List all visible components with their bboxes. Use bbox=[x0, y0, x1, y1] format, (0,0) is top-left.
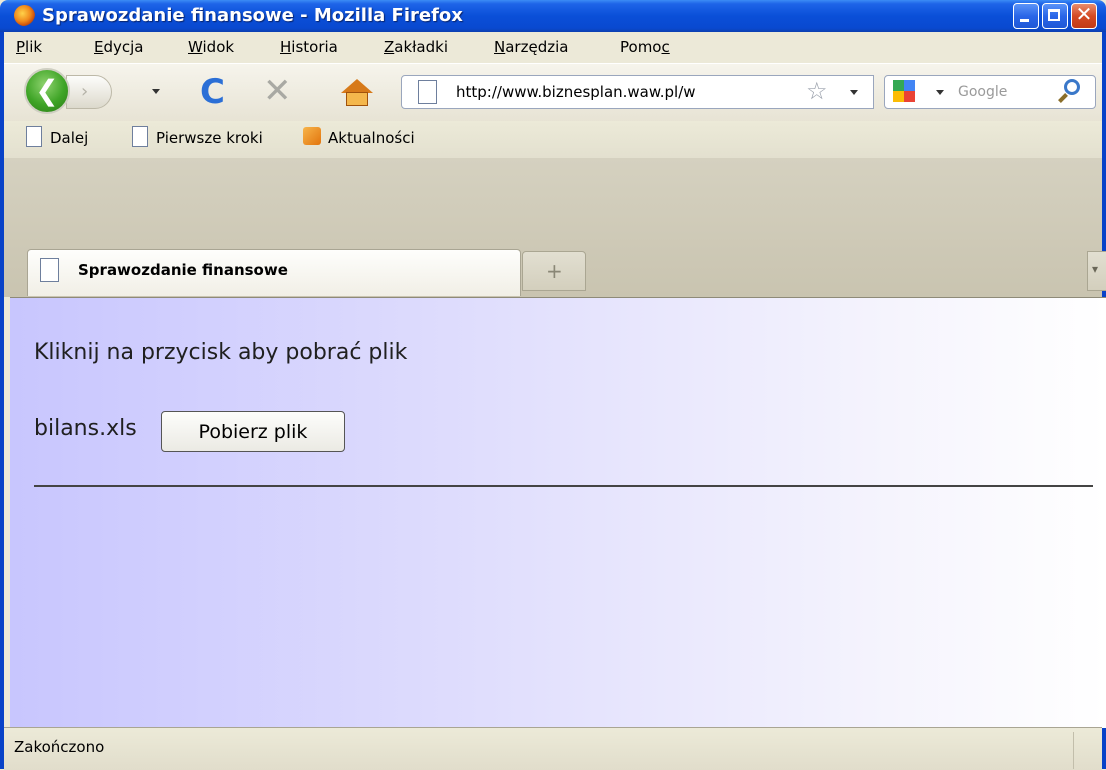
stop-icon[interactable]: ✕ bbox=[263, 71, 292, 111]
tab-label: Sprawozdanie finansowe bbox=[78, 261, 288, 279]
bookmark-aktualnosci[interactable]: Aktualności bbox=[328, 129, 415, 147]
close-window-button[interactable]: ✕ bbox=[1071, 2, 1097, 29]
menu-edycja[interactable]: Edycja bbox=[94, 38, 144, 56]
menu-narzedzia-rest: arzędzia bbox=[505, 38, 569, 56]
url-input[interactable]: http://www.biznesplan.waw.pl/w bbox=[456, 83, 790, 101]
menu-plik-rest: lik bbox=[25, 38, 43, 56]
menu-historia-rest: istoria bbox=[291, 38, 338, 56]
bookmark-star-icon[interactable]: ☆ bbox=[806, 77, 828, 105]
search-engine-dropdown-icon[interactable] bbox=[936, 90, 944, 95]
minimize-button[interactable] bbox=[1013, 3, 1039, 29]
menu-pomoc[interactable]: Pomoc bbox=[620, 38, 670, 56]
download-file-button[interactable]: Pobierz plik bbox=[161, 411, 345, 452]
menu-historia[interactable]: Historia bbox=[280, 38, 338, 56]
page-icon bbox=[40, 258, 59, 282]
menu-historia-accel: H bbox=[280, 38, 292, 56]
back-arrow-icon: ❮ bbox=[35, 74, 59, 107]
window-title: Sprawozdanie finansowe - Mozilla Firefox bbox=[42, 5, 463, 26]
maximize-icon bbox=[1048, 9, 1060, 21]
minimize-icon bbox=[1020, 19, 1029, 22]
close-icon: ✕ bbox=[1075, 2, 1093, 26]
resize-grip[interactable] bbox=[1073, 732, 1103, 769]
google-search-engine-icon[interactable] bbox=[893, 80, 915, 102]
maximize-button[interactable] bbox=[1042, 3, 1068, 29]
menu-widok-accel: W bbox=[188, 38, 203, 56]
chevron-down-icon: ▾ bbox=[1092, 262, 1099, 276]
reload-icon[interactable]: C bbox=[200, 72, 225, 112]
home-icon-body[interactable] bbox=[346, 92, 368, 106]
rss-icon bbox=[303, 127, 321, 145]
instruction-text: Kliknij na przycisk aby pobrać plik bbox=[34, 340, 408, 365]
url-history-dropdown-icon[interactable] bbox=[850, 90, 858, 95]
search-input[interactable]: Google bbox=[958, 84, 1007, 100]
menu-widok-rest: idok bbox=[202, 38, 235, 56]
menu-plik[interactable]: Plik bbox=[16, 38, 42, 56]
menu-zakladki[interactable]: Zakładki bbox=[384, 38, 448, 56]
menu-pomoc-rest: Pomo bbox=[620, 38, 662, 56]
menu-bar: Plik Edycja Widok Historia Zakładki Narz… bbox=[4, 32, 1102, 63]
home-icon[interactable] bbox=[341, 79, 373, 93]
page-icon bbox=[132, 126, 148, 147]
menu-zakladki-rest: akładki bbox=[394, 38, 448, 56]
menu-narzedzia-accel: N bbox=[494, 38, 506, 56]
file-name: bilans.xls bbox=[34, 416, 137, 441]
back-button[interactable]: ❮ bbox=[24, 68, 70, 114]
menu-widok[interactable]: Widok bbox=[188, 38, 234, 56]
menu-zakladki-accel: Z bbox=[384, 38, 395, 56]
bookmark-dalej[interactable]: Dalej bbox=[50, 129, 88, 147]
forward-button[interactable]: › bbox=[66, 75, 112, 109]
forward-arrow-icon: › bbox=[81, 81, 89, 102]
menu-pomoc-accel: c bbox=[661, 38, 670, 56]
bookmarks-toolbar: Dalej Pierwsze kroki Aktualności bbox=[4, 121, 1102, 159]
plus-icon: + bbox=[546, 259, 563, 283]
window-title-bar[interactable]: Sprawozdanie finansowe - Mozilla Firefox… bbox=[0, 0, 1106, 32]
status-text: Zakończono bbox=[14, 738, 105, 756]
history-dropdown-icon[interactable] bbox=[152, 89, 160, 94]
list-all-tabs-button[interactable]: ▾ bbox=[1087, 251, 1106, 291]
page-icon bbox=[418, 80, 437, 104]
search-icon[interactable] bbox=[1064, 79, 1080, 95]
firefox-logo-icon bbox=[14, 5, 35, 26]
new-tab-button[interactable]: + bbox=[522, 251, 586, 291]
menu-plik-accel: P bbox=[16, 38, 26, 56]
page-icon bbox=[26, 126, 42, 147]
menu-edycja-rest: dycja bbox=[103, 38, 144, 56]
horizontal-rule bbox=[34, 485, 1093, 487]
bookmark-pierwsze-kroki[interactable]: Pierwsze kroki bbox=[156, 129, 263, 147]
menu-narzedzia[interactable]: Narzędzia bbox=[494, 38, 568, 56]
status-bar: Zakończono bbox=[4, 727, 1102, 770]
